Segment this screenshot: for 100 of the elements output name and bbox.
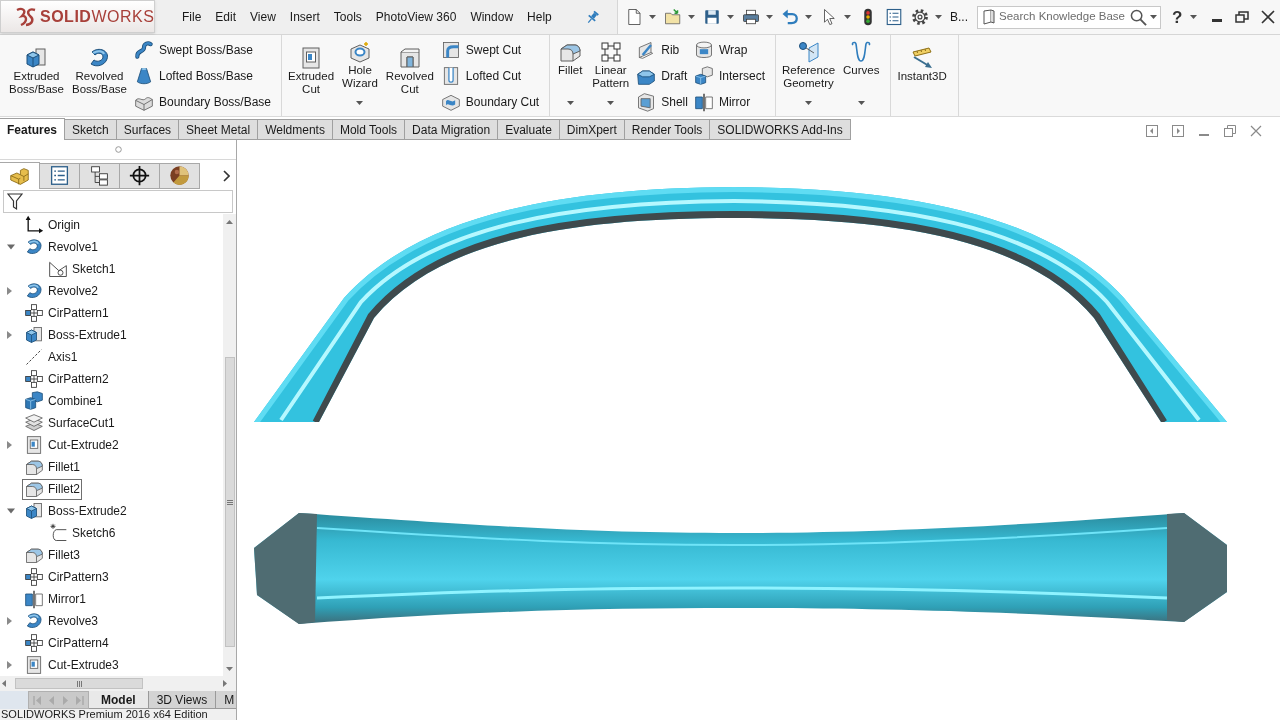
tree-item[interactable]: SurfaceCut1 <box>22 412 117 434</box>
scrollbar-thumb[interactable] <box>15 678 143 689</box>
command-tab[interactable]: Features <box>0 118 66 140</box>
tree-item[interactable]: Revolve3 <box>22 610 101 632</box>
tree-item[interactable]: Combine1 <box>22 390 105 412</box>
caret-down-icon[interactable] <box>7 508 15 514</box>
tree-item[interactable]: Cut-Extrude2 <box>22 434 121 456</box>
ribbon-button[interactable]: Revolved Cut <box>382 35 437 116</box>
caret-right-icon[interactable] <box>7 287 12 295</box>
cube-icon <box>24 501 44 521</box>
ribbon-button[interactable]: Extruded Boss/Base <box>6 35 67 116</box>
help-button[interactable]: ? <box>1172 8 1198 26</box>
ribbon-button[interactable]: Boundary Cut <box>438 90 542 113</box>
command-tab[interactable]: Sheet Metal <box>179 119 259 140</box>
ribbon-button[interactable]: Swept Cut <box>438 38 542 61</box>
command-tab[interactable]: Surfaces <box>116 119 180 140</box>
scrollbar-thumb[interactable] <box>224 357 235 647</box>
ribbon-button[interactable]: Fillet <box>553 35 588 116</box>
ribbon-button[interactable]: Shell <box>634 90 690 113</box>
linked-squares-icon <box>24 567 44 587</box>
tree-item[interactable]: Revolve2 <box>22 280 101 302</box>
tree-item[interactable]: Origin <box>22 214 82 236</box>
axes-icon <box>24 215 44 235</box>
menu-item[interactable]: Tools <box>326 6 369 28</box>
command-tab[interactable]: Sketch <box>65 119 117 140</box>
command-tab[interactable]: Data Migration <box>405 119 499 140</box>
restore-icon[interactable] <box>1235 11 1250 23</box>
ribbon-button[interactable]: Intersect <box>691 64 767 87</box>
ribbon-button[interactable]: Mirror <box>691 90 767 113</box>
bottom-tab[interactable]: 3D Views <box>148 691 217 709</box>
ribbon-button[interactable]: Boundary Boss/Base <box>131 90 274 113</box>
tree-item[interactable]: Fillet2 <box>22 478 82 500</box>
tree-item[interactable]: CirPattern1 <box>22 302 111 324</box>
search-icon[interactable] <box>1130 8 1147 26</box>
tree-item[interactable]: Cut-Extrude3 <box>22 654 121 676</box>
search-input[interactable]: Search Knowledge Base <box>999 8 1125 26</box>
filter-field[interactable] <box>3 190 233 213</box>
tree-item[interactable]: Mirror1 <box>22 588 88 610</box>
caret-right-icon[interactable] <box>7 441 12 449</box>
tree-item[interactable]: CirPattern3 <box>22 566 111 588</box>
panel-tab[interactable] <box>40 162 80 189</box>
ribbon-button[interactable]: Curves <box>840 35 883 116</box>
tree-item[interactable]: Boss-Extrude1 <box>22 324 129 346</box>
tree-item[interactable]: Revolve1 <box>22 236 101 258</box>
caret-down-icon[interactable] <box>7 244 15 250</box>
toolbar-overflow-button[interactable]: B... <box>949 8 969 26</box>
filter-icon[interactable] <box>7 192 23 211</box>
command-tab[interactable]: Render Tools <box>624 119 711 140</box>
command-tab[interactable]: DimXpert <box>559 119 625 140</box>
tree-item[interactable]: Fillet1 <box>22 456 82 478</box>
ribbon-button[interactable]: Swept Boss/Base <box>131 38 274 61</box>
search-box[interactable]: Search Knowledge Base <box>977 5 1161 29</box>
ribbon-button[interactable]: Reference Geometry <box>779 35 839 116</box>
menu-item[interactable]: Edit <box>208 6 244 28</box>
caret-icon[interactable] <box>1150 15 1157 19</box>
tree-item[interactable]: CirPattern2 <box>22 368 111 390</box>
scroll-down-arrow-icon[interactable] <box>226 667 233 671</box>
scroll-up-arrow-icon[interactable] <box>226 220 233 224</box>
ribbon-button[interactable]: Revolved Boss/Base <box>68 35 130 116</box>
bottom-tab[interactable]: M <box>216 691 236 709</box>
panel-tab[interactable] <box>160 162 200 189</box>
scroll-right-arrow-icon[interactable] <box>223 680 227 687</box>
panel-right-icon[interactable] <box>1172 124 1184 137</box>
chevron-right-icon[interactable] <box>223 169 230 182</box>
menu-item[interactable]: PhotoView 360 <box>368 6 464 28</box>
bottom-tab[interactable]: Model <box>89 691 149 709</box>
caret-right-icon[interactable] <box>7 661 12 669</box>
ribbon-button[interactable]: Extruded Cut <box>285 35 338 116</box>
ribbon-button[interactable]: Instant3D <box>894 35 950 116</box>
ribbon-button[interactable]: Lofted Boss/Base <box>131 64 274 87</box>
scroll-left-arrow-icon[interactable] <box>2 680 6 687</box>
command-tab[interactable]: Weldments <box>258 119 333 140</box>
command-tab[interactable]: Evaluate <box>498 119 560 140</box>
menu-item[interactable]: File <box>175 6 209 28</box>
tree-item[interactable]: Sketch6 <box>46 522 118 544</box>
panel-tab[interactable] <box>80 162 120 189</box>
sphere-icon <box>169 165 190 186</box>
ribbon-button[interactable]: Lofted Cut <box>438 64 542 87</box>
caret-right-icon[interactable] <box>7 617 12 625</box>
ribbon-button[interactable]: Rib <box>634 38 690 61</box>
tree-item[interactable]: Axis1 <box>22 346 80 368</box>
ribbon-button[interactable]: Wrap <box>691 38 767 61</box>
menu-item[interactable]: Help <box>520 6 559 28</box>
menu-item[interactable]: View <box>243 6 283 28</box>
circle-handle-icon[interactable] <box>114 146 122 153</box>
tree-item[interactable]: Boss-Extrude2 <box>22 500 129 522</box>
tree-item[interactable]: Fillet3 <box>22 544 82 566</box>
tree-item[interactable]: Sketch1 <box>46 258 118 280</box>
command-tab[interactable]: Mold Tools <box>332 119 406 140</box>
ribbon-button[interactable]: Draft <box>634 64 690 87</box>
ribbon-button[interactable]: Linear Pattern <box>589 35 633 116</box>
caret-right-icon[interactable] <box>7 331 12 339</box>
menu-item[interactable]: Insert <box>282 6 327 28</box>
tree-item[interactable]: CirPattern4 <box>22 632 111 654</box>
ribbon-button[interactable]: Hole Wizard <box>339 35 381 116</box>
menu-item[interactable]: Window <box>463 6 521 28</box>
panel-left-icon[interactable] <box>1146 124 1158 137</box>
close-icon[interactable] <box>1261 10 1276 24</box>
panel-tab[interactable] <box>120 162 160 189</box>
command-tab[interactable]: SOLIDWORKS Add-Ins <box>710 119 851 140</box>
